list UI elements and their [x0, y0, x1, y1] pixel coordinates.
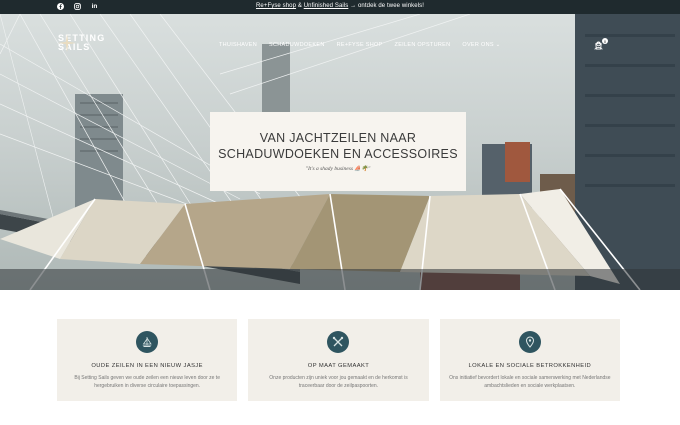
site-logo[interactable]: SETTING SAILS — [58, 34, 105, 52]
cart-button[interactable]: 0 — [594, 38, 608, 51]
main-nav: THUISHAVEN SCHADUWDOEKEN RE+FYSE SHOP ZE… — [219, 42, 501, 48]
chevron-down-icon: ⌄ — [495, 42, 501, 48]
hero-tagline: "It's a shady business ⛵🌴" — [305, 166, 371, 172]
location-pin-icon — [518, 331, 541, 353]
feature-card: OUDE ZEILEN IN EEN NIEUW JASJE Bij Setti… — [57, 319, 238, 401]
features-row: OUDE ZEILEN IN EEN NIEUW JASJE Bij Setti… — [57, 319, 620, 401]
announcement-bar: in Re+Fyse shop & Unfinished Sails → ont… — [0, 0, 680, 14]
hero-title-line1: VAN JACHTZEILEN NAAR — [259, 131, 417, 145]
sailboat-icon — [136, 331, 159, 353]
nav-item-refyse-shop[interactable]: RE+FYSE SHOP — [337, 42, 383, 48]
nav-item-over-ons-label: OVER ONS — [462, 42, 494, 48]
tools-icon — [327, 331, 350, 353]
hero-section: SETTING SAILS THUISHAVEN SCHADUWDOEKEN R… — [0, 14, 680, 290]
nav-item-thuishaven[interactable]: THUISHAVEN — [219, 42, 257, 48]
nav-item-over-ons[interactable]: OVER ONS ⌄ — [462, 42, 500, 48]
hero-card: VAN JACHTZEILEN NAAR SCHADUWDOEKEN EN AC… — [210, 112, 466, 191]
nav-item-zeilen-opsturen[interactable]: ZEILEN OPSTUREN — [395, 42, 451, 48]
header-icons: 0 — [594, 38, 608, 51]
feature-description: Ons initiatief bevordert lokale en socia… — [449, 375, 611, 389]
hero-title: VAN JACHTZEILEN NAAR SCHADUWDOEKEN EN AC… — [210, 130, 466, 162]
announce-link-unfinished[interactable]: Unfinished Sails — [304, 3, 349, 9]
hero-title-line2: SCHADUWDOEKEN EN ACCESSOIRES — [218, 147, 458, 161]
feature-card: LOKALE EN SOCIALE BETROKKENHEID Ons init… — [439, 319, 620, 401]
feature-description: Bij Setting Sails geven we oude zeilen e… — [74, 375, 220, 389]
feature-title: LOKALE EN SOCIALE BETROKKENHEID — [468, 363, 592, 369]
compass-star-icon — [58, 34, 76, 52]
feature-description: Onze producten zijn uniek voor jou gemaa… — [269, 375, 408, 389]
announce-link-refyse[interactable]: Re+Fyse shop — [256, 3, 296, 9]
feature-card: OP MAAT GEMAAKT Onze producten zijn unie… — [248, 319, 429, 401]
cart-count-badge: 0 — [602, 38, 608, 44]
feature-title: OP MAAT GEMAAKT — [307, 363, 370, 369]
nav-item-schaduwdoeken[interactable]: SCHADUWDOEKEN — [269, 42, 325, 48]
feature-title: OUDE ZEILEN IN EEN NIEUW JASJE — [91, 363, 203, 369]
announce-rest: → ontdek de twee winkels! — [350, 3, 424, 9]
announcement-text: Re+Fyse shop & Unfinished Sails → ontdek… — [0, 3, 680, 9]
announce-ampersand: & — [297, 3, 302, 9]
